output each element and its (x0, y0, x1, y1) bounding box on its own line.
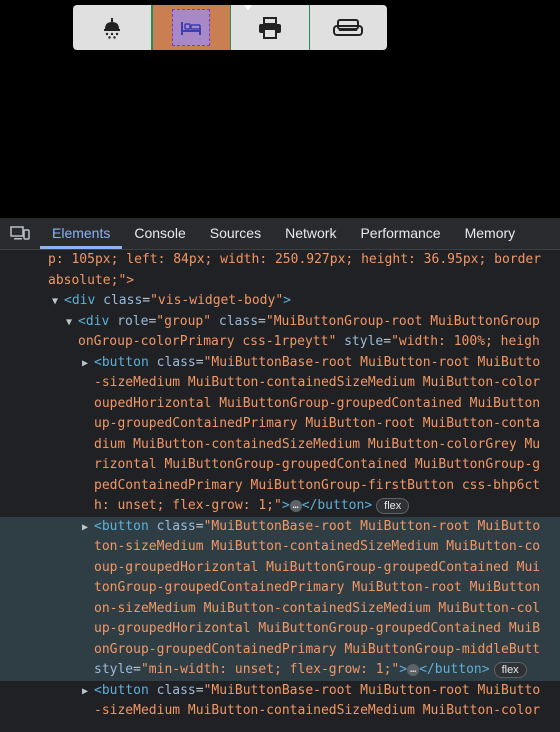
flex-badge[interactable]: flex (493, 661, 527, 678)
code-line: on-sizeMedium MuiButton-containedSizeMed… (0, 598, 560, 619)
code-line: dium MuiButton-containedSizeMedium MuiBu… (94, 436, 541, 452)
bed-button-inner (172, 9, 211, 46)
printer-button[interactable] (231, 5, 310, 50)
code-line: style="min-width: unset; flex-grow: 1;">… (0, 660, 560, 681)
collapse-triangle[interactable]: ▶ (82, 682, 94, 702)
code-line: p: 105px; left: 84px; width: 250.927px; … (48, 252, 542, 267)
collapse-triangle[interactable]: ▶ (82, 354, 94, 374)
collapse-triangle[interactable]: ▶ (82, 518, 94, 538)
printer-icon (258, 16, 281, 39)
tree-node-button-middle[interactable]: ▶ <button class="MuiButtonBase-root MuiBu… (0, 516, 560, 538)
shower-button[interactable] (73, 5, 152, 50)
code-line: tonGroup-groupedContainedPrimary MuiButt… (0, 578, 560, 599)
code-line: -sizeMedium MuiButton-containedSizeMediu… (94, 375, 541, 390)
bed-button[interactable] (151, 5, 231, 50)
tab-memory[interactable]: Memory (453, 217, 528, 249)
devtools-panel: Elements Console Sources Network Perform… (0, 218, 560, 732)
tree-node-button-last[interactable]: ▶ <button class="MuiButtonBase-root MuiBu… (0, 681, 560, 702)
tree-node-button-group[interactable]: ▼ <div role="group" class="MuiButtonGroup… (0, 312, 560, 333)
code-line: oupedHorizontal MuiButtonGroup-groupedCo… (94, 395, 541, 411)
tree-node-vis-widget-body[interactable]: ▼ <div class="vis-widget-body"> (0, 291, 560, 312)
code-line: pedContainedPrimary MuiButtonGroup-first… (94, 477, 541, 493)
collapsed-content-ellipsis[interactable]: … (407, 663, 420, 676)
tab-performance[interactable]: Performance (348, 217, 452, 249)
code-line: oup-groupedHorizontal MuiButtonGroup-gro… (0, 557, 560, 578)
device-toolbar-icon[interactable] (0, 217, 40, 249)
devtools-tabbar: Elements Console Sources Network Perform… (0, 218, 560, 250)
tab-sources[interactable]: Sources (198, 217, 273, 249)
code-line: -sizeMedium MuiButton-containedSizeMediu… (94, 703, 541, 718)
sofa-button[interactable] (310, 5, 388, 50)
bed-icon (181, 21, 202, 35)
elements-tree[interactable]: p: 105px; left: 84px; width: 250.927px; … (0, 250, 560, 732)
flex-badge[interactable]: flex (376, 497, 410, 514)
code-line: h: unset; flex-grow: 1;">… </button> flex (0, 496, 560, 517)
code-line: absolute;"> (48, 272, 135, 288)
code-line: up-groupedContainedPrimary MuiButton-roo… (94, 416, 541, 431)
code-line: rizontal MuiButtonGroup-groupedContained… (94, 457, 541, 472)
code-line: up-groupedHorizontal MuiButtonGroup-grou… (0, 619, 560, 640)
sofa-icon (333, 18, 364, 36)
shower-icon (103, 17, 120, 39)
tab-network[interactable]: Network (273, 217, 348, 249)
expand-triangle[interactable]: ▼ (52, 292, 64, 312)
expand-triangle[interactable]: ▼ (66, 313, 78, 333)
code-line: onGroup-groupedContainedPrimary MuiButto… (0, 639, 560, 660)
tab-elements[interactable]: Elements (40, 217, 123, 249)
button-group (73, 5, 387, 50)
tree-node-button-first[interactable]: ▶ <button class="MuiButtonBase-root MuiBu… (0, 353, 560, 374)
code-line: onGroup-colorPrimary css-1rpeytt" style=… (78, 334, 540, 349)
collapsed-content-ellipsis[interactable]: … (289, 499, 302, 512)
code-line: ton-sizeMedium MuiButton-containedSizeMe… (0, 537, 560, 558)
tab-console[interactable]: Console (122, 217, 197, 249)
